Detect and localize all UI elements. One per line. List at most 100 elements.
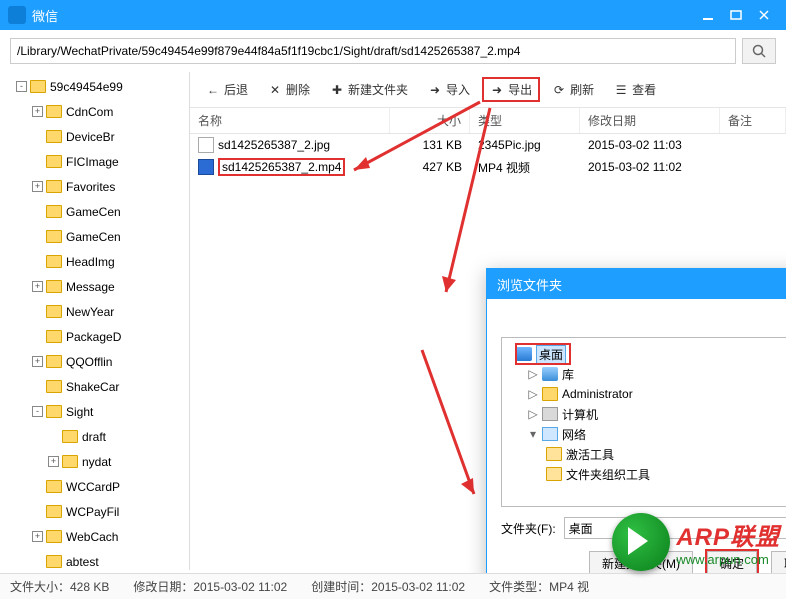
tree-node[interactable]: FICImage [0, 151, 189, 172]
expand-icon[interactable]: - [16, 81, 27, 92]
minimize-button[interactable] [694, 5, 722, 25]
import-button[interactable]: ➜ 导入 [420, 77, 478, 102]
file-name: sd1425265387_2.mp4 [218, 158, 345, 176]
tree-node[interactable]: HeadImg [0, 251, 189, 272]
node-tool[interactable]: 激活工具 [506, 444, 786, 464]
file-row[interactable]: sd1425265387_2.mp4427 KBMP4 视频2015-03-02… [190, 156, 786, 178]
node-network[interactable]: ▾网络 [506, 424, 786, 444]
expand-icon [48, 431, 59, 442]
folder-icon [62, 430, 78, 443]
expand-icon [32, 506, 43, 517]
expand-icon[interactable]: + [32, 356, 43, 367]
tree-node[interactable]: ShakeCar [0, 376, 189, 397]
node-admin[interactable]: ▷Administrator [506, 384, 786, 404]
col-date[interactable]: 修改日期 [580, 108, 720, 133]
tree-node[interactable]: + QQOfflin [0, 351, 189, 372]
dialog-titlebar[interactable]: 浏览文件夹 ✕ [487, 269, 786, 299]
tree-node[interactable]: -Sight [0, 401, 189, 422]
tree-node[interactable]: +nydat [0, 451, 189, 472]
folder-icon [546, 447, 562, 461]
refresh-label: 刷新 [570, 81, 594, 98]
tree-node[interactable]: GameCen [0, 201, 189, 222]
search-button[interactable] [742, 38, 776, 64]
tree-node[interactable]: +Favorites [0, 176, 189, 197]
tree-node[interactable]: +Message [0, 276, 189, 297]
node-library[interactable]: ▷库 [506, 364, 786, 384]
mp4-file-icon [198, 159, 214, 175]
node-misc[interactable]: 文件夹组织工具 [506, 464, 786, 484]
statusbar: 文件大小：428 KB 修改日期：2015-03-02 11:02 创建时间：2… [0, 573, 786, 599]
file-row[interactable]: sd1425265387_2.jpg131 KB2345Pic.jpg2015-… [190, 134, 786, 156]
path-input[interactable] [10, 38, 736, 64]
tree-node[interactable]: DeviceBr [0, 126, 189, 147]
col-size[interactable]: 大小 [390, 108, 470, 133]
app-icon [8, 6, 26, 24]
expand-icon [32, 481, 43, 492]
tree-node[interactable]: WCCardP [0, 476, 189, 497]
watermark-url: www.arpun.com [676, 552, 780, 567]
file-type: 2345Pic.jpg [470, 138, 580, 152]
tree-node[interactable]: NewYear [0, 301, 189, 322]
back-label: 后退 [224, 81, 248, 98]
refresh-button[interactable]: ⟳刷新 [544, 77, 602, 102]
expand-icon[interactable]: + [48, 456, 59, 467]
expand-icon[interactable]: + [32, 531, 43, 542]
expand-icon[interactable]: - [32, 406, 43, 417]
file-list: sd1425265387_2.jpg131 KB2345Pic.jpg2015-… [190, 134, 786, 178]
export-button[interactable]: ➜导出 [482, 77, 540, 102]
expand-icon[interactable]: ▷ [528, 387, 538, 401]
tree-label: NewYear [66, 305, 114, 319]
close-button[interactable] [750, 5, 778, 25]
folder-label: 文件夹(F): [501, 520, 556, 537]
expand-icon[interactable]: ▾ [528, 427, 538, 441]
col-type[interactable]: 类型 [470, 108, 580, 133]
tree-label: QQOfflin [66, 355, 112, 369]
import-icon: ➜ [428, 83, 442, 97]
folder-icon [46, 180, 62, 193]
search-icon [751, 43, 767, 59]
folder-icon [46, 355, 62, 368]
watermark-name: ARP联盟 [676, 517, 780, 552]
tree-node[interactable]: WCPayFil [0, 501, 189, 522]
delete-button[interactable]: ✕删除 [260, 77, 318, 102]
expand-icon [32, 206, 43, 217]
column-headers: 名称 大小 类型 修改日期 备注 [190, 108, 786, 134]
expand-icon[interactable]: + [32, 181, 43, 192]
maximize-button[interactable] [722, 5, 750, 25]
delete-icon: ✕ [268, 83, 282, 97]
dialog-tree[interactable]: 桌面 ▷库 ▷Administrator ▷计算机 ▾网络 激活工具 文件夹组织… [501, 337, 786, 507]
tree-node[interactable]: PackageD [0, 326, 189, 347]
tree-node[interactable]: + CdnCom [0, 101, 189, 122]
library-icon [542, 367, 558, 381]
expand-icon[interactable]: ▷ [528, 407, 538, 421]
tree-node[interactable]: GameCen [0, 226, 189, 247]
tree-label: CdnCom [66, 105, 113, 119]
tree-node[interactable]: draft [0, 426, 189, 447]
col-name[interactable]: 名称 [190, 108, 390, 133]
jpg-file-icon [198, 137, 214, 153]
tree-label: GameCen [66, 230, 121, 244]
tree-node[interactable]: -59c49454e99 [0, 76, 189, 97]
col-note[interactable]: 备注 [720, 108, 786, 133]
expand-icon[interactable]: + [32, 281, 43, 292]
computer-icon [542, 407, 558, 421]
node-computer[interactable]: ▷计算机 [506, 404, 786, 424]
tree-node[interactable]: +WebCach [0, 526, 189, 547]
file-date: 2015-03-02 11:02 [580, 160, 720, 174]
expand-icon[interactable]: + [32, 106, 43, 117]
newfolder-button[interactable]: ✚新建文件夹 [322, 77, 416, 102]
view-button[interactable]: ☰查看 [606, 77, 664, 102]
expand-icon [32, 231, 43, 242]
user-icon [542, 387, 558, 401]
import-label: 导入 [446, 81, 470, 98]
expand-icon[interactable]: ▷ [528, 367, 538, 381]
expand-icon [32, 556, 43, 567]
tree-node[interactable]: abtest [0, 551, 189, 570]
file-size: 131 KB [390, 138, 470, 152]
folder-icon [46, 205, 62, 218]
tree-label: HeadImg [66, 255, 115, 269]
watermark-logo-icon [612, 513, 670, 571]
node-desktop[interactable]: 桌面 [516, 344, 570, 364]
back-button[interactable]: ←后退 [198, 77, 256, 102]
tree-label: DeviceBr [66, 130, 115, 144]
